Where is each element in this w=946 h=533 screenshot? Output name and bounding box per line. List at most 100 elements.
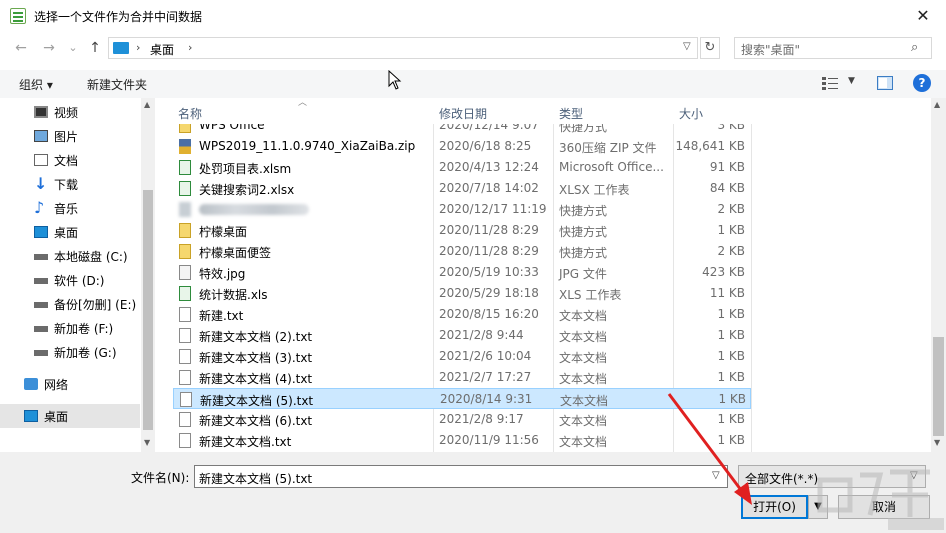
drive-icon xyxy=(34,350,48,356)
sidebar-item-label: 备份[勿删] (E:) xyxy=(54,298,137,312)
filename-input[interactable]: 新建文本文档 (5).txt ▽ xyxy=(194,465,728,488)
scroll-down-icon[interactable]: ▼ xyxy=(934,438,940,447)
sidebar-item[interactable]: 新加卷 (F:) xyxy=(0,316,140,340)
column-headers: ︿ 名称 修改日期 类型 大小 xyxy=(155,98,931,124)
text-file-icon xyxy=(179,307,191,322)
scroll-up-icon[interactable]: ▲ xyxy=(144,100,150,109)
text-file-icon xyxy=(179,349,191,364)
column-header-size[interactable]: 大小 xyxy=(679,105,703,122)
chevron-down-icon[interactable]: ▽ xyxy=(910,470,918,481)
file-row[interactable]: 新建文本文档 (3).txt 2021/2/6 10:04 文本文档 1 KB xyxy=(173,346,751,367)
file-row[interactable]: 新建文本文档 (4).txt 2021/2/7 17:27 文本文档 1 KB xyxy=(173,367,751,388)
file-size: 1 KB xyxy=(717,370,745,384)
text-file-icon xyxy=(179,328,191,343)
sidebar-item[interactable]: 网络 xyxy=(0,372,140,396)
preview-pane-icon[interactable] xyxy=(877,76,893,90)
refresh-icon[interactable]: ↻ xyxy=(700,37,720,59)
sidebar-item-label: 新加卷 (F:) xyxy=(54,322,114,336)
forward-arrow-icon[interactable]: → xyxy=(40,40,58,56)
sidebar-item[interactable]: 视频 xyxy=(0,100,140,124)
file-name: 新建文本文档 (6).txt xyxy=(199,414,313,428)
sidebar-item[interactable]: ↓ 下载 xyxy=(0,172,140,196)
sidebar-item[interactable]: 文档 xyxy=(0,148,140,172)
excel-icon xyxy=(179,160,191,175)
scroll-down-icon[interactable]: ▼ xyxy=(144,438,150,447)
file-row[interactable]: 统计数据.xls 2020/5/29 18:18 XLS 工作表 11 KB xyxy=(173,283,751,304)
file-modified-date: 2020/4/13 12:24 xyxy=(439,160,539,174)
file-row[interactable]: 柠檬桌面 2020/11/28 8:29 快捷方式 1 KB xyxy=(173,220,751,241)
column-header-name[interactable]: 名称 xyxy=(178,105,202,122)
filetype-select[interactable]: 全部文件(*.*) ▽ xyxy=(738,465,926,488)
file-size: 1 KB xyxy=(717,349,745,363)
file-modified-date: 2020/11/9 11:56 xyxy=(439,433,539,447)
search-input[interactable]: 搜索"桌面" ⌕ xyxy=(734,37,932,59)
file-size: 148,641 KB xyxy=(675,139,745,153)
close-icon[interactable]: ✕ xyxy=(900,0,946,32)
file-row[interactable]: 关键搜索词2.xlsx 2020/7/18 14:02 XLSX 工作表 84 KB xyxy=(173,178,751,199)
up-arrow-icon[interactable]: ↑ xyxy=(86,40,104,56)
file-row[interactable]: 特效.jpg 2020/5/19 10:33 JPG 文件 423 KB xyxy=(173,262,751,283)
cancel-button[interactable]: 取消 xyxy=(838,495,930,519)
scroll-thumb[interactable] xyxy=(933,337,944,436)
excel-icon xyxy=(179,181,191,196)
drive-icon xyxy=(34,278,48,284)
back-arrow-icon[interactable]: ← xyxy=(12,40,30,56)
view-dropdown-icon[interactable]: ▼ xyxy=(848,76,855,86)
help-icon[interactable]: ? xyxy=(913,74,931,92)
file-type: 文本文档 xyxy=(559,414,608,428)
sidebar-item[interactable]: ♪ 音乐 xyxy=(0,196,140,220)
chevron-down-icon[interactable]: ▽ xyxy=(683,41,691,52)
organize-button[interactable]: 组织 ▾ xyxy=(19,76,53,93)
file-modified-date: 2021/2/7 17:27 xyxy=(439,370,532,384)
file-size: 84 KB xyxy=(709,181,745,195)
sidebar-item-label: 桌面 xyxy=(54,226,79,240)
file-modified-date: 2020/11/28 8:29 xyxy=(439,223,539,237)
file-size: 1 KB xyxy=(717,307,745,321)
address-bar[interactable]: › 桌面 › ▽ xyxy=(108,37,698,59)
file-size: 11 KB xyxy=(709,286,745,300)
video-icon xyxy=(34,106,48,118)
sidebar-item[interactable]: 备份[勿删] (E:) xyxy=(0,292,140,316)
file-type: 快捷方式 xyxy=(559,204,608,218)
sidebar-item-label: 文档 xyxy=(54,154,79,168)
sidebar-item[interactable]: 桌面 xyxy=(0,220,140,244)
scroll-up-icon[interactable]: ▲ xyxy=(934,100,940,109)
file-row[interactable]: 处罚项目表.xlsm 2020/4/13 12:24 Microsoft Offic… xyxy=(173,157,751,178)
new-folder-button[interactable]: 新建文件夹 xyxy=(87,76,147,93)
file-row[interactable]: WPS2019_11.1.0.9740_XiaZaiBa.zip 2020/6/1… xyxy=(173,136,751,157)
scroll-thumb[interactable] xyxy=(143,190,153,430)
file-row[interactable]: 2020/12/17 11:19 快捷方式 2 KB xyxy=(173,199,751,220)
sidebar-item[interactable]: 软件 (D:) xyxy=(0,268,140,292)
chevron-right-icon[interactable]: › xyxy=(136,41,140,54)
sidebar-item[interactable]: 新加卷 (G:) xyxy=(0,340,140,364)
file-type: 360压缩 ZIP 文件 xyxy=(559,141,657,155)
mouse-cursor-icon xyxy=(388,70,402,90)
file-name: 关键搜索词2.xlsx xyxy=(199,183,295,197)
file-type: XLS 工作表 xyxy=(559,288,622,302)
view-options-icon[interactable] xyxy=(822,76,840,90)
network-icon xyxy=(24,378,38,390)
file-row[interactable]: 新建.txt 2020/8/15 16:20 文本文档 1 KB xyxy=(173,304,751,325)
window-title: 选择一个文件作为合并中间数据 xyxy=(34,10,203,24)
recent-locations-dropdown-icon[interactable]: ⌄ xyxy=(64,40,82,56)
sidebar-item-label: 新加卷 (G:) xyxy=(54,346,117,360)
sidebar-item[interactable]: 本地磁盘 (C:) xyxy=(0,244,140,268)
breadcrumb-desktop[interactable]: 桌面 xyxy=(150,41,174,58)
file-name: WPS2019_11.1.0.9740_XiaZaiBa.zip xyxy=(199,139,416,153)
column-header-date[interactable]: 修改日期 xyxy=(439,105,487,122)
sidebar-item[interactable]: 图片 xyxy=(0,124,140,148)
file-name: 新建文本文档 (3).txt xyxy=(199,351,313,365)
drive-icon xyxy=(34,254,48,260)
chevron-right-icon[interactable]: › xyxy=(188,41,192,54)
file-modified-date: 2021/2/8 9:17 xyxy=(439,412,524,426)
column-header-type[interactable]: 类型 xyxy=(559,105,583,122)
file-size: 1 KB xyxy=(717,223,745,237)
navigation-pane-scrollbar[interactable]: ▲ ▼ xyxy=(141,98,155,452)
shortcut-icon xyxy=(179,223,191,238)
file-row[interactable]: 新建文本文档 (2).txt 2021/2/8 9:44 文本文档 1 KB xyxy=(173,325,751,346)
file-row[interactable]: 柠檬桌面便签 2020/11/28 8:29 快捷方式 2 KB xyxy=(173,241,751,262)
sidebar-item-label: 软件 (D:) xyxy=(54,274,105,288)
search-icon[interactable]: ⌕ xyxy=(911,40,918,55)
sidebar-item[interactable]: 桌面 xyxy=(0,404,140,428)
open-options-dropdown-icon[interactable]: ▼ xyxy=(808,495,828,519)
